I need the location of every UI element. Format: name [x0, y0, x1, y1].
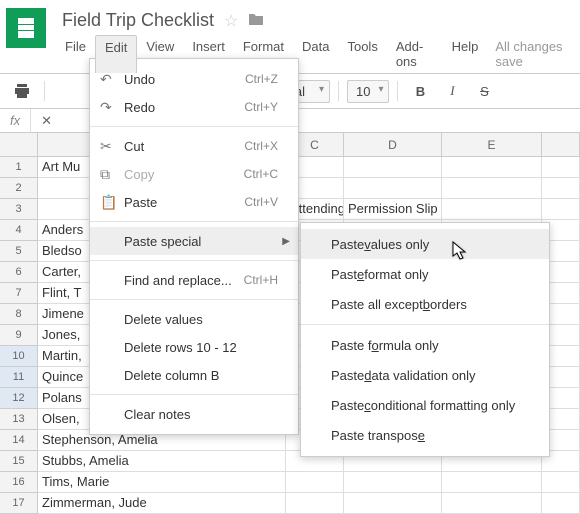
menu-copy[interactable]: ⧉ Copy Ctrl+C [90, 160, 298, 188]
cell[interactable] [442, 472, 542, 493]
cell[interactable] [442, 178, 542, 199]
folder-icon[interactable] [248, 10, 264, 31]
cell[interactable] [286, 472, 344, 493]
row-header[interactable]: 1 [0, 157, 38, 178]
menu-paste-special[interactable]: Paste special ▶ [90, 227, 298, 255]
col-header-d[interactable]: D [344, 133, 442, 157]
cell[interactable] [442, 493, 542, 514]
menu-cut[interactable]: ✂ Cut Ctrl+X [90, 132, 298, 160]
font-size-select[interactable]: 10 [347, 80, 389, 103]
cell[interactable]: Zimmerman, Jude [38, 493, 286, 514]
menu-delete-rows[interactable]: Delete rows 10 - 12 [90, 333, 298, 361]
cell[interactable] [542, 157, 580, 178]
print-icon[interactable] [8, 78, 36, 104]
submenu-paste-format[interactable]: Paste format only [301, 259, 549, 289]
menu-delete-column[interactable]: Delete column B [90, 361, 298, 389]
cell[interactable] [442, 157, 542, 178]
fx-icon: fx [0, 109, 31, 132]
row-header[interactable]: 14 [0, 430, 38, 451]
cell[interactable] [344, 472, 442, 493]
cell[interactable] [542, 199, 580, 220]
submenu-paste-values[interactable]: Paste values only [301, 229, 549, 259]
row-header[interactable]: 7 [0, 283, 38, 304]
paste-icon: 📋 [100, 194, 124, 211]
cell[interactable] [286, 493, 344, 514]
redo-icon: ↷ [100, 99, 124, 116]
cell[interactable] [442, 199, 542, 220]
row-header[interactable]: 5 [0, 241, 38, 262]
row-header[interactable]: 4 [0, 220, 38, 241]
row-header[interactable]: 11 [0, 367, 38, 388]
row-header[interactable]: 16 [0, 472, 38, 493]
cell[interactable] [344, 157, 442, 178]
submenu-paste-transpose[interactable]: Paste transpose [301, 420, 549, 450]
submenu-paste-conditional-formatting[interactable]: Paste conditional formatting only [301, 390, 549, 420]
row-header[interactable]: 12 [0, 388, 38, 409]
row-header[interactable]: 2 [0, 178, 38, 199]
row-header[interactable]: 13 [0, 409, 38, 430]
cell[interactable]: Stubbs, Amelia [38, 451, 286, 472]
bold-button[interactable]: B [406, 78, 434, 104]
menu-paste[interactable]: 📋 Paste Ctrl+V [90, 188, 298, 216]
cell[interactable] [542, 472, 580, 493]
undo-icon: ↶ [100, 71, 124, 88]
submenu-paste-data-validation[interactable]: Paste data validation only [301, 360, 549, 390]
row-header[interactable]: 15 [0, 451, 38, 472]
row-header[interactable]: 9 [0, 325, 38, 346]
select-all-corner[interactable] [0, 133, 38, 157]
row-header[interactable]: 10 [0, 346, 38, 367]
row-header[interactable]: 8 [0, 304, 38, 325]
menu-data[interactable]: Data [293, 35, 338, 73]
menu-clear-notes[interactable]: Clear notes [90, 400, 298, 428]
menu-delete-values[interactable]: Delete values [90, 305, 298, 333]
star-icon[interactable]: ☆ [224, 11, 238, 31]
col-header-e[interactable]: E [442, 133, 542, 157]
menu-addons[interactable]: Add-ons [387, 35, 443, 73]
submenu-arrow-icon: ▶ [282, 236, 290, 247]
col-header-f[interactable] [542, 133, 580, 157]
italic-button[interactable]: I [438, 78, 466, 104]
cell[interactable] [542, 178, 580, 199]
menu-redo[interactable]: ↷ Redo Ctrl+Y [90, 93, 298, 121]
row-header[interactable]: 17 [0, 493, 38, 514]
strike-button[interactable]: S [470, 78, 498, 104]
sheets-logo[interactable] [6, 8, 46, 48]
menubar: File Edit View Insert Format Data Tools … [52, 35, 580, 73]
copy-icon: ⧉ [100, 166, 124, 183]
save-status: All changes save [487, 35, 580, 73]
document-title[interactable]: Field Trip Checklist [62, 10, 214, 31]
menu-edit[interactable]: Edit [95, 35, 137, 73]
cell[interactable] [344, 178, 442, 199]
formula-clear-icon[interactable]: ✕ [31, 113, 62, 129]
row-header[interactable]: 3 [0, 199, 38, 220]
cell[interactable]: Tims, Marie [38, 472, 286, 493]
menu-help[interactable]: Help [443, 35, 488, 73]
menu-tools[interactable]: Tools [338, 35, 386, 73]
cut-icon: ✂ [100, 138, 124, 155]
cell[interactable]: Permission Slip Returned [344, 199, 442, 220]
menu-find-replace[interactable]: Find and replace... Ctrl+H [90, 266, 298, 294]
edit-dropdown-menu: ↶ Undo Ctrl+Z ↷ Redo Ctrl+Y ✂ Cut Ctrl+X… [89, 58, 299, 435]
cell[interactable] [344, 493, 442, 514]
submenu-paste-formula[interactable]: Paste formula only [301, 330, 549, 360]
submenu-paste-except-borders[interactable]: Paste all except borders [301, 289, 549, 319]
row-header[interactable]: 6 [0, 262, 38, 283]
cell[interactable] [542, 493, 580, 514]
paste-special-submenu: Paste values only Paste format only Past… [300, 222, 550, 457]
